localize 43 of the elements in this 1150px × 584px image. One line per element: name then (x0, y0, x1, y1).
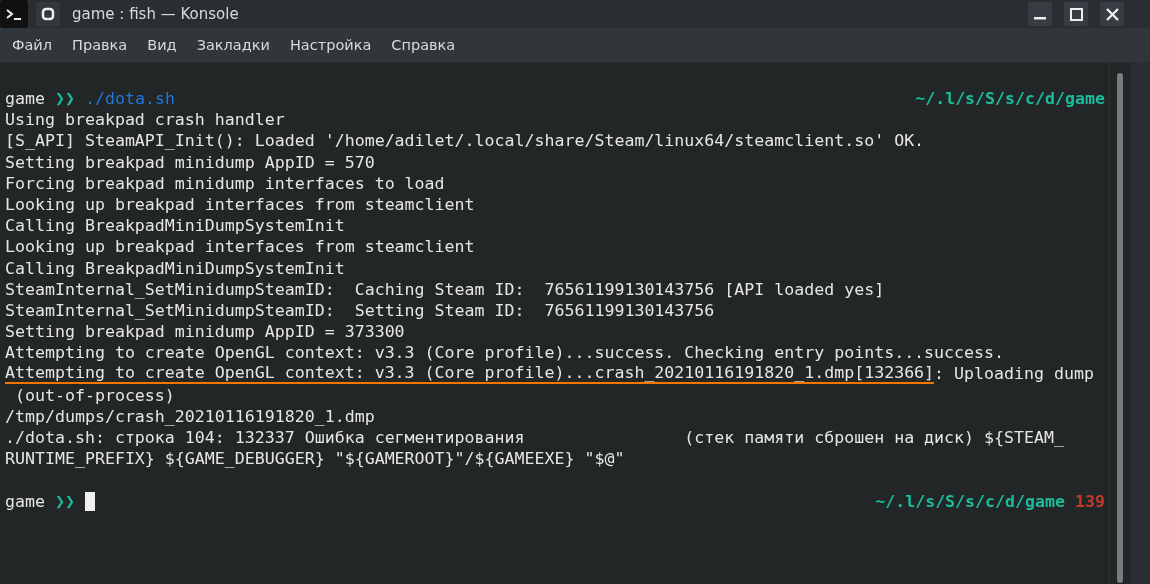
maximize-icon (1069, 7, 1083, 21)
output-line: Looking up breakpad interfaces from steamclient (5, 193, 475, 216)
menu-item[interactable]: Закладки (188, 33, 278, 57)
output-line: RUNTIME_PREFIX} ${GAME_DEBUGGER} "${GAMEROOT}"/${GAMEEXE} "$@" (5, 448, 625, 470)
output-line: (out-of-process) (14, 384, 175, 406)
underlined-output: Attempting to create OpenGL context: v3.3 (Core profile)...crash_20210116191820_1.dmp[132366] (5, 363, 935, 385)
scrollbar-thumb[interactable] (1117, 73, 1123, 583)
output-line: Forcing breakpad minidump interfaces to load (5, 172, 445, 194)
output-line: Attempting to create OpenGL context: v3.3 (Core profile)...success. Checking entry points...success. (5, 342, 1005, 364)
text-cursor (84, 491, 95, 511)
output-line: SteamInternal_SetMinidumpSteamID: Setting Steam ID: 76561199130143756 (5, 299, 715, 322)
output-line: Calling BreakpadMiniDumpSystemInit (5, 215, 345, 237)
output-line: Calling BreakpadMiniDumpSystemInit (5, 257, 345, 279)
prompt-path: ~/.l/s/S/s/c/d/game (915, 88, 1105, 110)
command-text: ./dota.sh (84, 88, 175, 110)
maximize-button[interactable] (1064, 2, 1088, 26)
output-line: [S_API] SteamAPI_Init(): Loaded '/home/adilet/.local/share/Steam/linux64/steamclient.so' OK. (5, 130, 925, 152)
prompt-arrow: ❯❯ (54, 490, 75, 512)
output-line: SteamInternal_SetMinidumpSteamID: Caching Steam ID: 76561199130143756 [API loaded yes] (5, 278, 885, 300)
prompt-user: game (5, 88, 45, 110)
menu-item[interactable]: Файл (4, 33, 61, 57)
minimize-button[interactable] (1028, 2, 1052, 26)
close-button[interactable] (1100, 2, 1124, 26)
menu-item[interactable]: Справка (383, 33, 464, 57)
menu-item[interactable]: Вид (139, 33, 185, 57)
menu-item[interactable]: Настройка (281, 33, 380, 57)
output-line: Using breakpad crash handler (5, 109, 285, 131)
window-menu-icon[interactable] (36, 2, 60, 26)
output-line: Looking up breakpad interfaces from steamclient (5, 236, 475, 258)
prompt-arrow: ❯❯ (54, 88, 75, 110)
prompt-path: ~/.l/s/S/s/c/d/game (875, 490, 1065, 512)
terminal-icon[interactable] (0, 0, 28, 28)
output-line: Setting breakpad minidump AppID = 570 (5, 151, 375, 173)
output-line: /tmp/dumps/crash_20210116191820_1.dmp (5, 405, 375, 427)
output-line: Setting breakpad minidump AppID = 373300 (5, 321, 405, 343)
output-line: : Uploading dump (934, 363, 1094, 385)
minimize-icon (1034, 17, 1046, 20)
menu-item[interactable]: Правка (64, 33, 136, 57)
exit-status: 139 (1075, 490, 1105, 512)
close-icon (1105, 7, 1119, 21)
window-title: game : fish — Konsole (72, 5, 239, 23)
output-line: ./dota.sh: строка 104: 132337 Ошибка сегментирования (стек памяти сброшен на диск) ${STEAM_ (5, 427, 1064, 449)
prompt-user: game (5, 490, 45, 512)
